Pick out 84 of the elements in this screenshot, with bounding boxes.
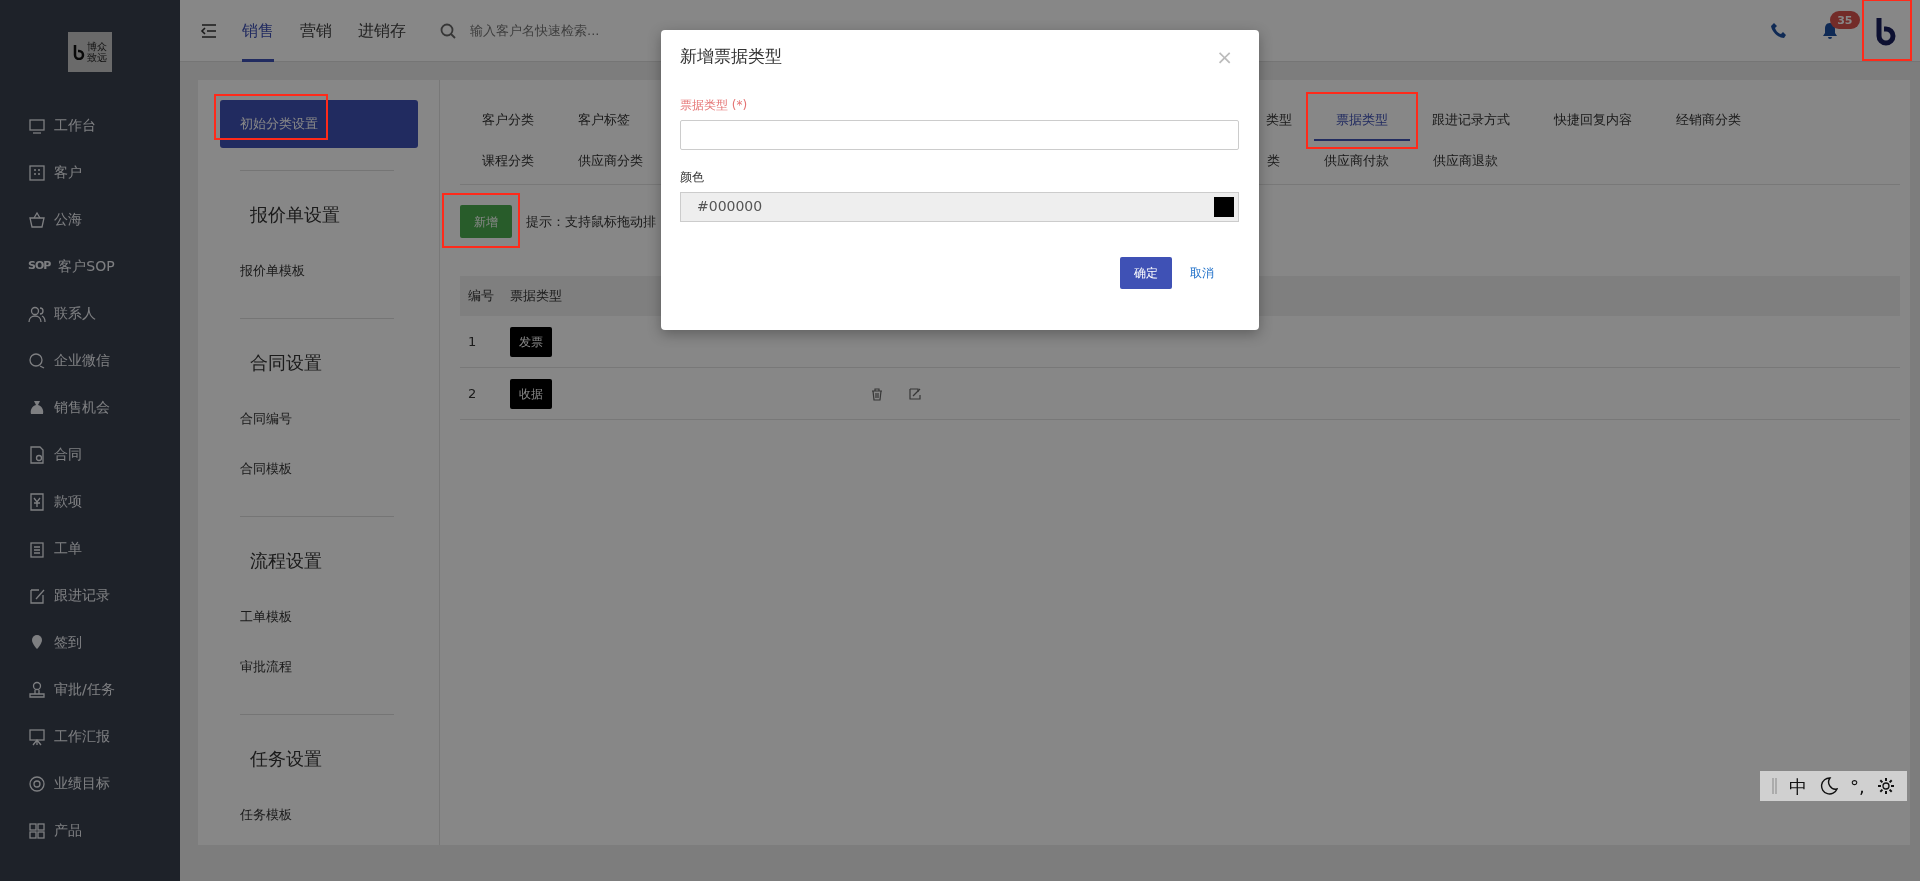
search-icon [440, 22, 456, 39]
moon-icon [1819, 777, 1838, 795]
sidebar-item[interactable]: SOP 客户SOP [0, 243, 180, 290]
sidebar-item[interactable]: 工作汇报 [0, 713, 180, 760]
target-icon [28, 774, 46, 793]
sidebar-item[interactable]: 工单 [0, 525, 180, 572]
category-tab[interactable]: 客户标签 [556, 100, 652, 141]
category-tab[interactable]: 票据类型 [1314, 100, 1410, 141]
category-tab[interactable]: 经销商分类 [1654, 100, 1763, 141]
sidebar-item[interactable]: 审批/任务 [0, 666, 180, 713]
sidebar-item[interactable]: 跟进记录 [0, 572, 180, 619]
table-cell-text: 2 [467, 384, 478, 403]
sidebar-item[interactable]: 签到 [0, 619, 180, 666]
add-button[interactable]: 新增 [460, 205, 512, 238]
clipboard-icon [28, 539, 46, 558]
settings-nav-item[interactable]: 合同编号 [198, 394, 439, 444]
section-title: 合同设置 [249, 351, 323, 375]
color-swatch[interactable] [1214, 196, 1234, 217]
cancel-button[interactable]: 取消 [1184, 262, 1220, 283]
category-tab[interactable]: 客户分类 [460, 100, 556, 141]
punctuation-indicator[interactable]: °, [1849, 772, 1865, 800]
settings-nav-item[interactable]: 初始分类设置 [220, 100, 418, 148]
input-mode-indicator[interactable]: 中 [1789, 772, 1808, 800]
sidebar-item[interactable]: 款项 [0, 478, 180, 525]
category-tab[interactable]: 快捷回复内容 [1532, 100, 1654, 141]
notification-badge: 35 [1830, 10, 1860, 30]
module-tab[interactable]: 进销存 [358, 0, 406, 62]
stamp-icon [28, 680, 46, 699]
sidebar-item[interactable]: 联系人 [0, 290, 180, 337]
sidebar-item[interactable]: 工作台 [0, 102, 180, 149]
document-icon [28, 445, 46, 464]
basket-icon [28, 210, 46, 229]
edit-icon [28, 586, 46, 605]
type-tag: 发票 [510, 326, 552, 357]
category-tab[interactable]: 跟进记录方式 [1410, 100, 1532, 141]
category-tab[interactable]: 供应商付款 [1302, 141, 1411, 182]
menu-icon [198, 21, 218, 40]
edit-icon[interactable] [908, 386, 922, 401]
table-cell-text: 1 [467, 332, 478, 351]
color-field[interactable]: #000000 [680, 191, 1239, 222]
category-tab[interactable]: 供应商退款 [1411, 141, 1520, 182]
settings-nav-item[interactable]: 审批流程 [198, 642, 439, 692]
sidebar-item[interactable]: 产品 [0, 807, 180, 854]
sidebar-item[interactable]: 业绩目标 [0, 760, 180, 807]
logo-icon [72, 44, 86, 60]
category-tab[interactable]: 课程分类 [460, 141, 556, 182]
category-tab[interactable]: 供应商分类 [556, 141, 665, 182]
drag-handle-icon [1772, 777, 1778, 795]
bell-icon [1822, 22, 1838, 41]
people-icon [28, 304, 46, 323]
presentation-icon [28, 727, 46, 746]
section-title: 流程设置 [249, 549, 323, 573]
text-field[interactable] [680, 119, 1239, 150]
phone-icon [1770, 21, 1788, 40]
hint-text: 提示：支持鼠标拖动排 [526, 212, 656, 231]
sidebar-item[interactable]: 公海 [0, 196, 180, 243]
trash-icon[interactable] [870, 386, 884, 401]
sidebar-item[interactable]: 销售机会 [0, 384, 180, 431]
module-tab[interactable]: 营销 [300, 0, 332, 62]
settings-nav-item[interactable]: 报价单模板 [198, 246, 439, 296]
money-bag-icon [28, 398, 46, 417]
sidebar-item[interactable]: 企业微信 [0, 337, 180, 384]
sop-icon: SOP [28, 258, 51, 275]
column-header: 票据类型 [510, 287, 563, 306]
field-label: 票据类型 (*) [680, 96, 749, 114]
grid-icon [28, 821, 46, 840]
settings-nav-item[interactable]: 工单模板 [198, 592, 439, 642]
monitor-icon [28, 116, 46, 135]
column-header: 编号 [467, 287, 495, 306]
logo-text: 博众 致远 [86, 41, 108, 63]
building-icon [28, 163, 46, 182]
sidebar-item[interactable]: 合同 [0, 431, 180, 478]
color-value: #000000 [697, 197, 763, 216]
dialog-title: 新增票据类型 [680, 45, 782, 68]
section-title: 报价单设置 [249, 203, 341, 227]
settings-nav-item[interactable]: 合同模板 [198, 444, 439, 494]
field-label: 颜色 [680, 168, 705, 186]
payment-icon [28, 492, 46, 511]
section-title: 任务设置 [249, 747, 323, 771]
confirm-button[interactable]: 确定 [1120, 256, 1172, 289]
module-tab[interactable]: 销售 [242, 0, 274, 62]
sidebar-item[interactable]: 客户 [0, 149, 180, 196]
type-tag: 收据 [510, 378, 552, 409]
settings-nav-item[interactable]: 任务模板 [198, 790, 439, 840]
